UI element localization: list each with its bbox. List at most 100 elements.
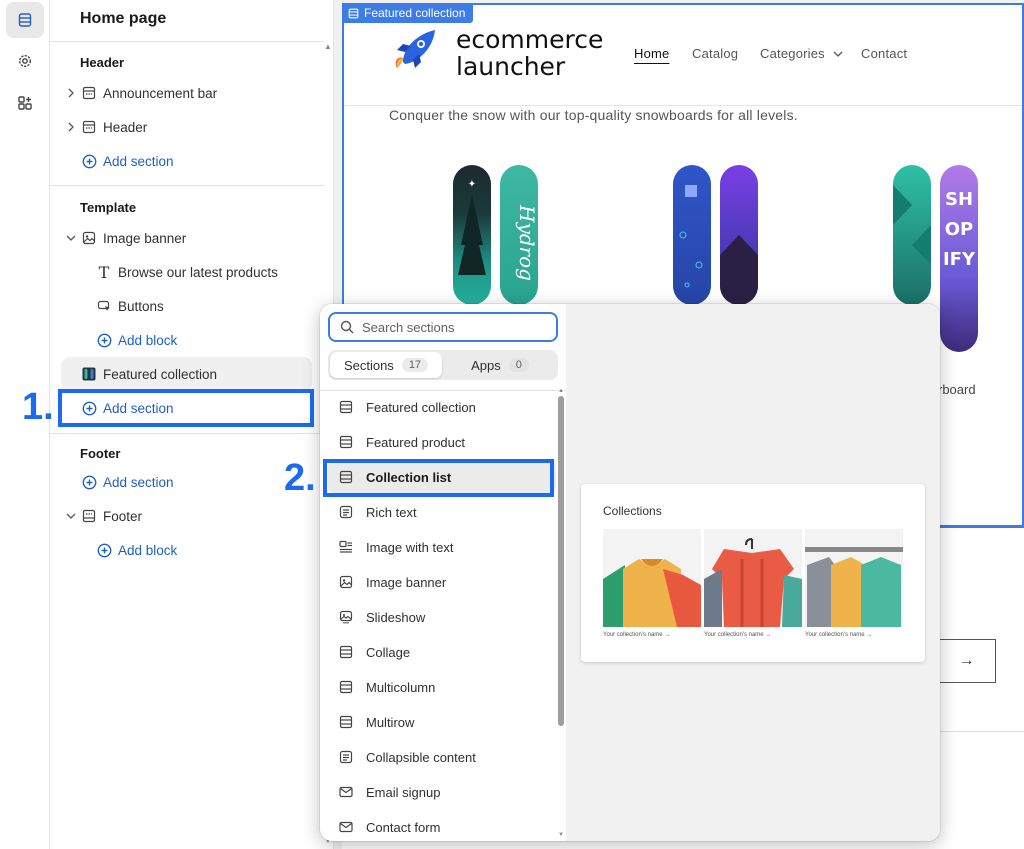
nav-contact-link[interactable]: Contact — [861, 46, 907, 61]
add-section-label: Add section — [103, 153, 174, 169]
mail-icon — [332, 785, 360, 799]
apps-nav-button[interactable] — [6, 85, 44, 121]
section-option-label: Multicolumn — [366, 679, 436, 695]
section-option-image-with-text[interactable]: Image with text — [328, 530, 556, 564]
svg-text:SH: SH — [945, 189, 973, 210]
sidebar-item-header[interactable]: Header — [50, 110, 324, 144]
snowboard-image[interactable]: SH OP IFY — [940, 165, 978, 352]
snowboard-image[interactable] — [720, 165, 758, 305]
sidebar-item-footer[interactable]: Footer — [50, 499, 324, 533]
search-placeholder: Search sections — [362, 319, 455, 335]
section-option-label: Collage — [366, 644, 411, 660]
section-option-featured-collection[interactable]: Featured collection — [328, 390, 556, 424]
nav-catalog-link[interactable]: Catalog — [692, 46, 738, 61]
image-banner-add-block-button[interactable]: Add block — [50, 323, 324, 357]
section-option-label: Image with text — [366, 539, 454, 555]
sidebar-item-featured-collection[interactable]: Featured collection — [61, 357, 312, 391]
snowboard-image[interactable] — [673, 165, 711, 305]
scroll-down-arrow[interactable]: ▼ — [558, 832, 564, 838]
chevron-down-icon[interactable] — [66, 511, 76, 521]
list-scrollbar[interactable] — [558, 396, 564, 726]
add-block-label: Add block — [118, 332, 178, 348]
divider — [50, 41, 324, 42]
footer-add-block-button[interactable]: Add block — [50, 533, 324, 567]
section-option-rich-text[interactable]: Rich text — [328, 495, 556, 529]
text-icon — [332, 750, 360, 764]
featured-collection-thumbnail-icon — [81, 366, 97, 382]
snowboard-image[interactable]: ✦ — [453, 165, 491, 305]
scroll-up-arrow[interactable]: ▲ — [558, 388, 564, 394]
section-option-image-banner[interactable]: Image banner — [328, 565, 556, 599]
product-title-partial[interactable]: rboard — [938, 382, 976, 397]
section-icon — [332, 715, 360, 729]
footer-add-section-button[interactable]: Add section — [50, 465, 324, 499]
nav-home-link[interactable]: Home — [634, 46, 669, 61]
section-option-multirow[interactable]: Multirow — [328, 705, 556, 739]
section-option-label: Slideshow — [366, 609, 426, 625]
step-2-highlight — [323, 459, 554, 497]
sidebar-item-image-banner[interactable]: Image banner — [50, 221, 324, 255]
section-icon — [332, 645, 360, 659]
section-option-slideshow[interactable]: Slideshow — [328, 600, 556, 634]
section-option-featured-product[interactable]: Featured product — [328, 425, 556, 459]
nav-categories-link[interactable]: Categories — [760, 46, 843, 61]
tab-count-badge: 17 — [401, 358, 429, 372]
chevron-right-icon[interactable] — [66, 122, 76, 132]
section-icon — [348, 8, 359, 18]
collection-image — [704, 529, 802, 627]
header-add-section-button[interactable]: Add section — [50, 144, 324, 178]
section-divider-line — [938, 526, 1024, 528]
collection-caption: Your collection's name → — [805, 632, 873, 638]
section-icon — [332, 435, 360, 449]
block-browse-products[interactable]: T Browse our latest products — [50, 255, 324, 289]
snowboard-image[interactable] — [893, 165, 931, 305]
logo-line-1: ecommerce — [456, 25, 604, 54]
sidebar-item-label: Header — [103, 119, 148, 135]
sidebar-item-announcement-bar[interactable]: Announcement bar — [50, 76, 324, 110]
rocket-logo-icon — [387, 26, 439, 78]
section-icon — [81, 119, 97, 135]
section-option-contact-form[interactable]: Contact form — [328, 810, 556, 841]
svg-text:IFY: IFY — [943, 249, 976, 270]
text-icon — [332, 505, 360, 519]
settings-nav-button[interactable] — [6, 43, 44, 79]
section-option-collapsible-content[interactable]: Collapsible content — [328, 740, 556, 774]
add-section-popover: Search sections Sections 17 Apps 0 ▲ ▼ F… — [320, 304, 940, 841]
sections-icon — [18, 13, 32, 27]
button-block-icon — [96, 298, 112, 314]
tab-sections[interactable]: Sections 17 — [330, 352, 442, 378]
section-option-email-signup[interactable]: Email signup — [328, 775, 556, 809]
chevron-down-icon[interactable] — [66, 233, 76, 243]
selected-section-tag[interactable]: Featured collection — [342, 3, 474, 23]
slideshow-icon — [332, 610, 360, 624]
tab-apps[interactable]: Apps 0 — [444, 352, 556, 378]
sidebar-item-label: Announcement bar — [103, 85, 218, 101]
selected-section-tag-label: Featured collection — [364, 6, 466, 20]
plus-circle-icon — [81, 153, 97, 169]
section-option-collage[interactable]: Collage — [328, 635, 556, 669]
apps-icon — [18, 96, 32, 110]
search-sections-input[interactable]: Search sections — [328, 312, 558, 342]
sections-nav-button[interactable] — [6, 2, 44, 38]
popover-tabs: Sections 17 Apps 0 — [328, 350, 558, 380]
plus-circle-icon — [81, 474, 97, 490]
logo-line-2: launcher — [456, 52, 566, 81]
collection-image — [805, 529, 903, 627]
image-icon — [81, 230, 97, 246]
snowboard-image[interactable]: Hydrog — [500, 165, 538, 305]
section-option-multicolumn[interactable]: Multicolumn — [328, 670, 556, 704]
collection-image — [603, 529, 701, 627]
scroll-up-arrow[interactable]: ▲ — [324, 42, 332, 51]
store-header: ecommerce launcher Home Catalog Categori… — [342, 26, 1024, 106]
arrow-right-button[interactable]: → — [938, 639, 996, 683]
chevron-right-icon[interactable] — [66, 88, 76, 98]
section-icon — [332, 400, 360, 414]
footer-group-title: Footer — [80, 446, 121, 461]
sidebar-item-label: Featured collection — [103, 366, 218, 382]
tab-label: Sections — [343, 357, 394, 373]
block-buttons[interactable]: Buttons — [50, 289, 324, 323]
svg-text:OP: OP — [945, 219, 974, 240]
header-group-title: Header — [80, 55, 125, 70]
add-section-label: Add section — [103, 474, 174, 490]
store-logo-text[interactable]: ecommerce launcher — [456, 26, 603, 80]
